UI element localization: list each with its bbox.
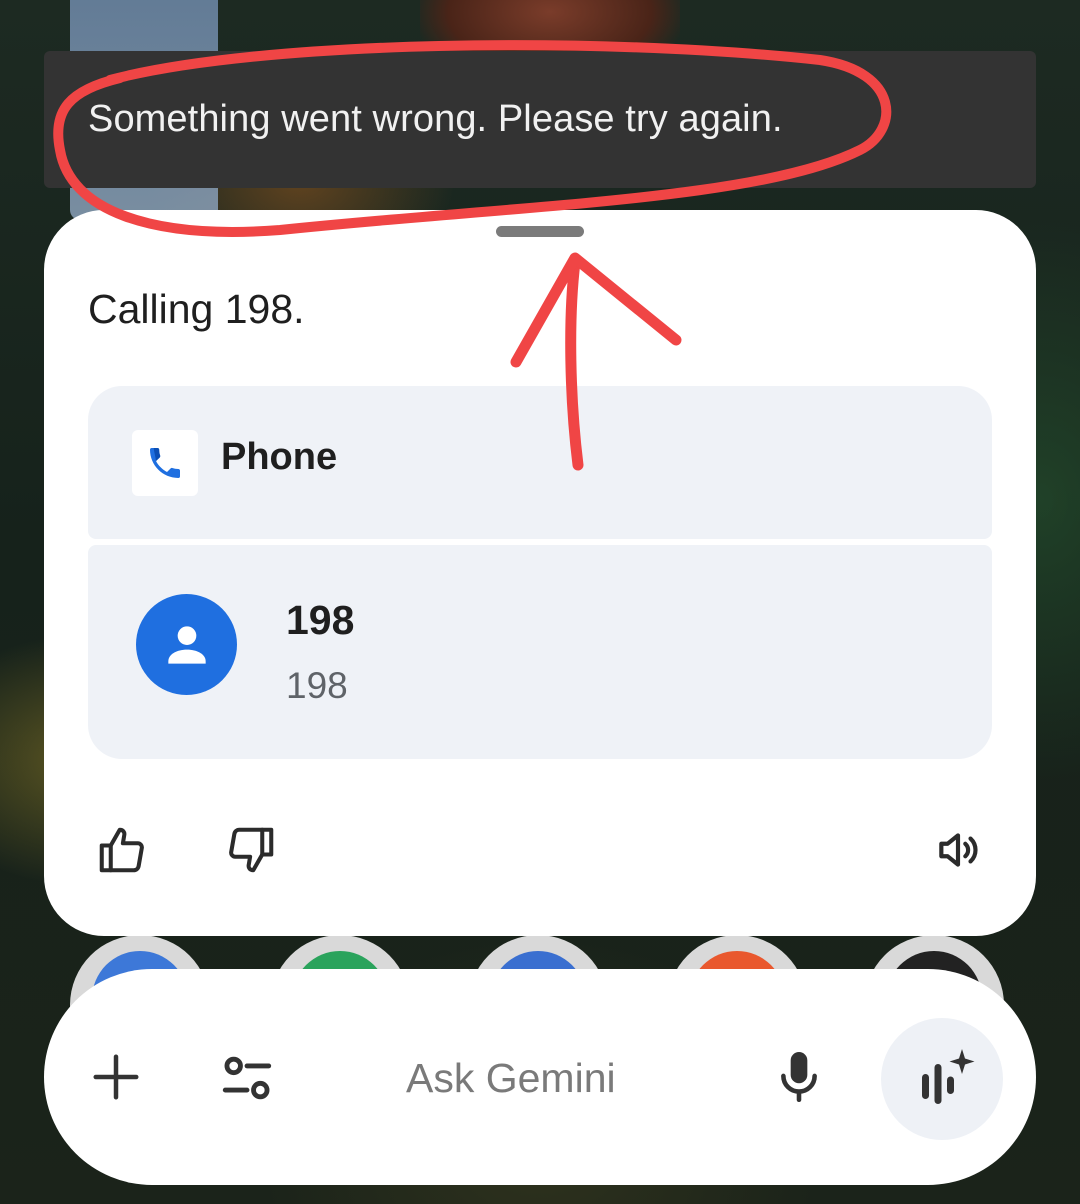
contact-name: 198 [286,597,355,643]
gemini-input-bar: Ask Gemini [44,969,1036,1185]
tune-icon[interactable] [216,1047,278,1109]
ask-gemini-input[interactable]: Ask Gemini [406,1055,616,1102]
speaker-icon[interactable] [928,820,988,880]
mic-icon[interactable] [771,1045,827,1109]
gemini-live-icon[interactable] [881,1018,1003,1140]
phone-app-header[interactable]: Phone [88,386,992,539]
thumbs-down-icon[interactable] [221,820,281,880]
plus-icon[interactable] [86,1047,146,1107]
snackbar-message: Something went wrong. Please try again. [88,98,783,140]
error-snackbar: Something went wrong. Please try again. [44,51,1036,188]
contact-list-item[interactable]: 198 198 [88,545,992,759]
gemini-response-card: Calling 198. Phone 198 198 [44,210,1036,936]
thumbs-up-icon[interactable] [92,820,152,880]
drag-handle[interactable] [496,226,584,237]
contact-number: 198 [286,665,348,706]
phone-icon [132,430,198,496]
phone-app-label: Phone [221,436,338,478]
person-icon [136,594,237,695]
response-text: Calling 198. [88,286,305,332]
